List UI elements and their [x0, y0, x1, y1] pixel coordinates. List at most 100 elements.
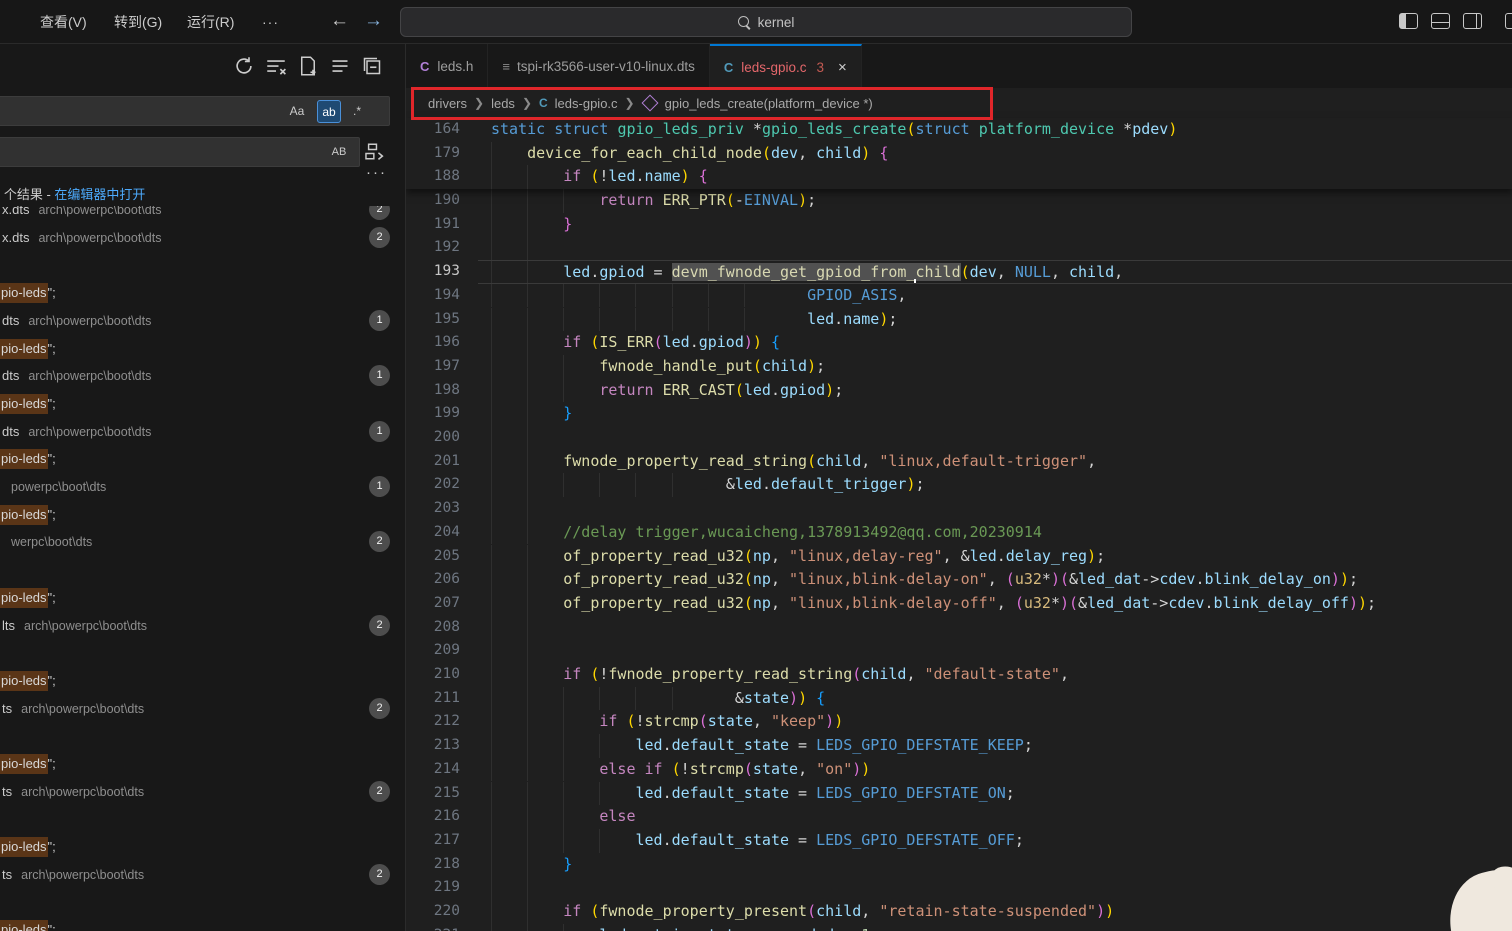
tab-tspi-rk3566-user-v10-linux.dts[interactable]: ≡tspi-rk3566-user-v10-linux.dts	[488, 44, 709, 88]
code-line-208[interactable]: 208	[406, 616, 1512, 640]
code-line-210[interactable]: 210 if (!fwnode_property_read_string(chi…	[406, 663, 1512, 687]
result-match-row[interactable]: pio-leds";	[0, 833, 405, 861]
result-file-row[interactable]: dtsarch\powerpc\boot\dts1	[0, 362, 405, 390]
breadcrumb-item[interactable]: gpio_leds_create(platform_device *)	[665, 96, 873, 111]
menu-overflow-button[interactable]: ···	[252, 0, 289, 44]
result-match-row[interactable]: pio-leds";	[0, 501, 405, 529]
breadcrumb-item[interactable]: leds	[491, 96, 515, 111]
result-file-row[interactable]: x.dtsarch\powerpc\boot\dts2	[0, 206, 405, 224]
whole-word-toggle[interactable]: ab	[317, 100, 341, 123]
code-line-207[interactable]: 207 of_property_read_u32(np, "linux,blin…	[406, 592, 1512, 616]
code-line-219[interactable]: 219	[406, 876, 1512, 900]
breadcrumb-item[interactable]: drivers	[428, 96, 467, 111]
code-line-203[interactable]: 203	[406, 497, 1512, 521]
toggle-search-details-icon[interactable]: ···	[366, 164, 387, 181]
regex-toggle[interactable]: .*	[345, 100, 369, 123]
code-line-218[interactable]: 218 }	[406, 853, 1512, 877]
code-line-188[interactable]: 188 if (!led.name) {	[406, 165, 1512, 189]
code-line-211[interactable]: 211 &state)) {	[406, 687, 1512, 711]
menu-item-clipped[interactable]: (S)	[0, 0, 11, 44]
result-file-row[interactable]: x.dtsarch\powerpc\boot\dts2	[0, 224, 405, 252]
preserve-case-toggle[interactable]: AB	[327, 141, 351, 164]
clear-search-results-icon[interactable]	[266, 56, 290, 80]
result-filename: dts	[2, 424, 19, 439]
result-match-row[interactable]: pio-leds";	[0, 335, 405, 363]
result-file-row[interactable]: powerpc\boot\dts1	[0, 473, 405, 501]
result-match-row[interactable]: pio-leds";	[0, 390, 405, 418]
code-line-191[interactable]: 191 }	[406, 213, 1512, 237]
result-file-row[interactable]: dtsarch\powerpc\boot\dts1	[0, 418, 405, 446]
line-text	[478, 236, 1512, 260]
code-line-206[interactable]: 206 of_property_read_u32(np, "linux,blin…	[406, 568, 1512, 592]
result-file-row[interactable]: werpc\boot\dts2	[0, 528, 405, 556]
toggle-secondary-sidebar-icon[interactable]	[1463, 13, 1482, 29]
code-line-202[interactable]: 202 &led.default_trigger);	[406, 473, 1512, 497]
menu-item-run[interactable]: 运行(R)	[177, 0, 244, 44]
result-file-row[interactable]: tsarch\powerpc\boot\dts2	[0, 861, 405, 889]
open-new-search-editor-icon[interactable]	[298, 56, 322, 80]
indent-guide	[635, 687, 636, 711]
result-match-row[interactable]: pio-leds";	[0, 445, 405, 473]
replace-input[interactable]: AB	[0, 137, 360, 167]
result-match-row[interactable]: pio-leds";	[0, 584, 405, 612]
view-as-list-icon[interactable]	[330, 56, 354, 80]
line-text: &led.default_trigger);	[478, 473, 1512, 497]
result-match-row[interactable]: pio-leds";	[0, 667, 405, 695]
breadcrumb[interactable]: drivers❯leds❯Cleds-gpio.c❯gpio_leds_crea…	[406, 88, 1512, 118]
code-line-201[interactable]: 201 fwnode_property_read_string(child, "…	[406, 450, 1512, 474]
menu-item-goto[interactable]: 转到(G)	[104, 0, 172, 44]
code-line-197[interactable]: 197 fwnode_handle_put(child);	[406, 355, 1512, 379]
result-file-row[interactable]: ltsarch\powerpc\boot\dts2	[0, 612, 405, 640]
collapse-all-icon[interactable]	[362, 56, 386, 80]
code-line-194[interactable]: 194 GPIOD_ASIS,	[406, 284, 1512, 308]
code-line-196[interactable]: 196 if (IS_ERR(led.gpiod)) {	[406, 331, 1512, 355]
breadcrumb-item[interactable]: leds-gpio.c	[555, 96, 618, 111]
code-line-209[interactable]: 209	[406, 639, 1512, 663]
result-match-row[interactable]: pio-leds";	[0, 916, 405, 931]
code-line-221[interactable]: 221 led.retain_state_suspended = 1;	[406, 924, 1512, 931]
code-line-220[interactable]: 220 if (fwnode_property_present(child, "…	[406, 900, 1512, 924]
code-line-200[interactable]: 200	[406, 426, 1512, 450]
tab-leds-gpio.c[interactable]: Cleds-gpio.c3×	[710, 44, 862, 88]
result-file-row[interactable]: dtsarch\powerpc\boot\dts1	[0, 307, 405, 335]
match-case-toggle[interactable]: Aa	[285, 100, 309, 123]
tab-leds.h[interactable]: Cleds.h	[406, 44, 488, 88]
result-file-row[interactable]: tsarch\powerpc\boot\dts2	[0, 778, 405, 806]
command-center-search[interactable]: kernel	[400, 7, 1132, 37]
code-line-217[interactable]: 217 led.default_state = LEDS_GPIO_DEFSTA…	[406, 829, 1512, 853]
open-in-editor-link[interactable]: 在编辑器中打开	[54, 187, 145, 202]
toggle-panel-icon[interactable]	[1431, 13, 1450, 29]
result-match-row[interactable]: pio-leds";	[0, 750, 405, 778]
code-line-198[interactable]: 198 return ERR_CAST(led.gpiod);	[406, 379, 1512, 403]
code-line-216[interactable]: 216 else	[406, 805, 1512, 829]
nav-back-icon[interactable]: ←	[330, 0, 349, 44]
code-line-179[interactable]: 179 device_for_each_child_node(dev, chil…	[406, 142, 1512, 166]
line-text: fwnode_handle_put(child);	[478, 355, 1512, 379]
code-line-193[interactable]: 193 led.gpiod = devm_fwnode_get_gpiod_fr…	[406, 260, 1512, 284]
customize-layout-icon[interactable]	[1505, 13, 1512, 29]
code-line-214[interactable]: 214 else if (!strcmp(state, "on"))	[406, 758, 1512, 782]
toggle-primary-sidebar-icon[interactable]	[1399, 13, 1418, 29]
result-file-row[interactable]: tsarch\powerpc\boot\dts2	[0, 695, 405, 723]
nav-forward-icon[interactable]: →	[364, 0, 383, 44]
code-line-199[interactable]: 199 }	[406, 402, 1512, 426]
code-line-215[interactable]: 215 led.default_state = LEDS_GPIO_DEFSTA…	[406, 782, 1512, 806]
code-line-204[interactable]: 204 //delay trigger,wucaicheng,137891349…	[406, 521, 1512, 545]
code-line-190[interactable]: 190 return ERR_PTR(-EINVAL);	[406, 189, 1512, 213]
close-tab-icon[interactable]: ×	[838, 59, 847, 76]
code-line-192[interactable]: 192	[406, 236, 1512, 260]
match-tail: ";	[48, 922, 56, 931]
result-filename: x.dts	[2, 206, 29, 217]
code-area[interactable]: 190 return ERR_PTR(-EINVAL);191 }192193 …	[406, 189, 1512, 931]
search-input[interactable]: Aa ab .*	[0, 96, 390, 126]
refresh-icon[interactable]	[234, 56, 258, 80]
code-line-213[interactable]: 213 led.default_state = LEDS_GPIO_DEFSTA…	[406, 734, 1512, 758]
code-line-195[interactable]: 195 led.name);	[406, 308, 1512, 332]
code-line-212[interactable]: 212 if (!strcmp(state, "keep"))	[406, 710, 1512, 734]
line-number: 204	[406, 521, 460, 545]
replace-all-icon[interactable]	[364, 141, 388, 165]
menu-item-view[interactable]: 查看(V)	[30, 0, 97, 44]
code-line-164[interactable]: 164static struct gpio_leds_priv *gpio_le…	[406, 118, 1512, 142]
code-line-205[interactable]: 205 of_property_read_u32(np, "linux,dela…	[406, 545, 1512, 569]
result-match-row[interactable]: pio-leds";	[0, 279, 405, 307]
